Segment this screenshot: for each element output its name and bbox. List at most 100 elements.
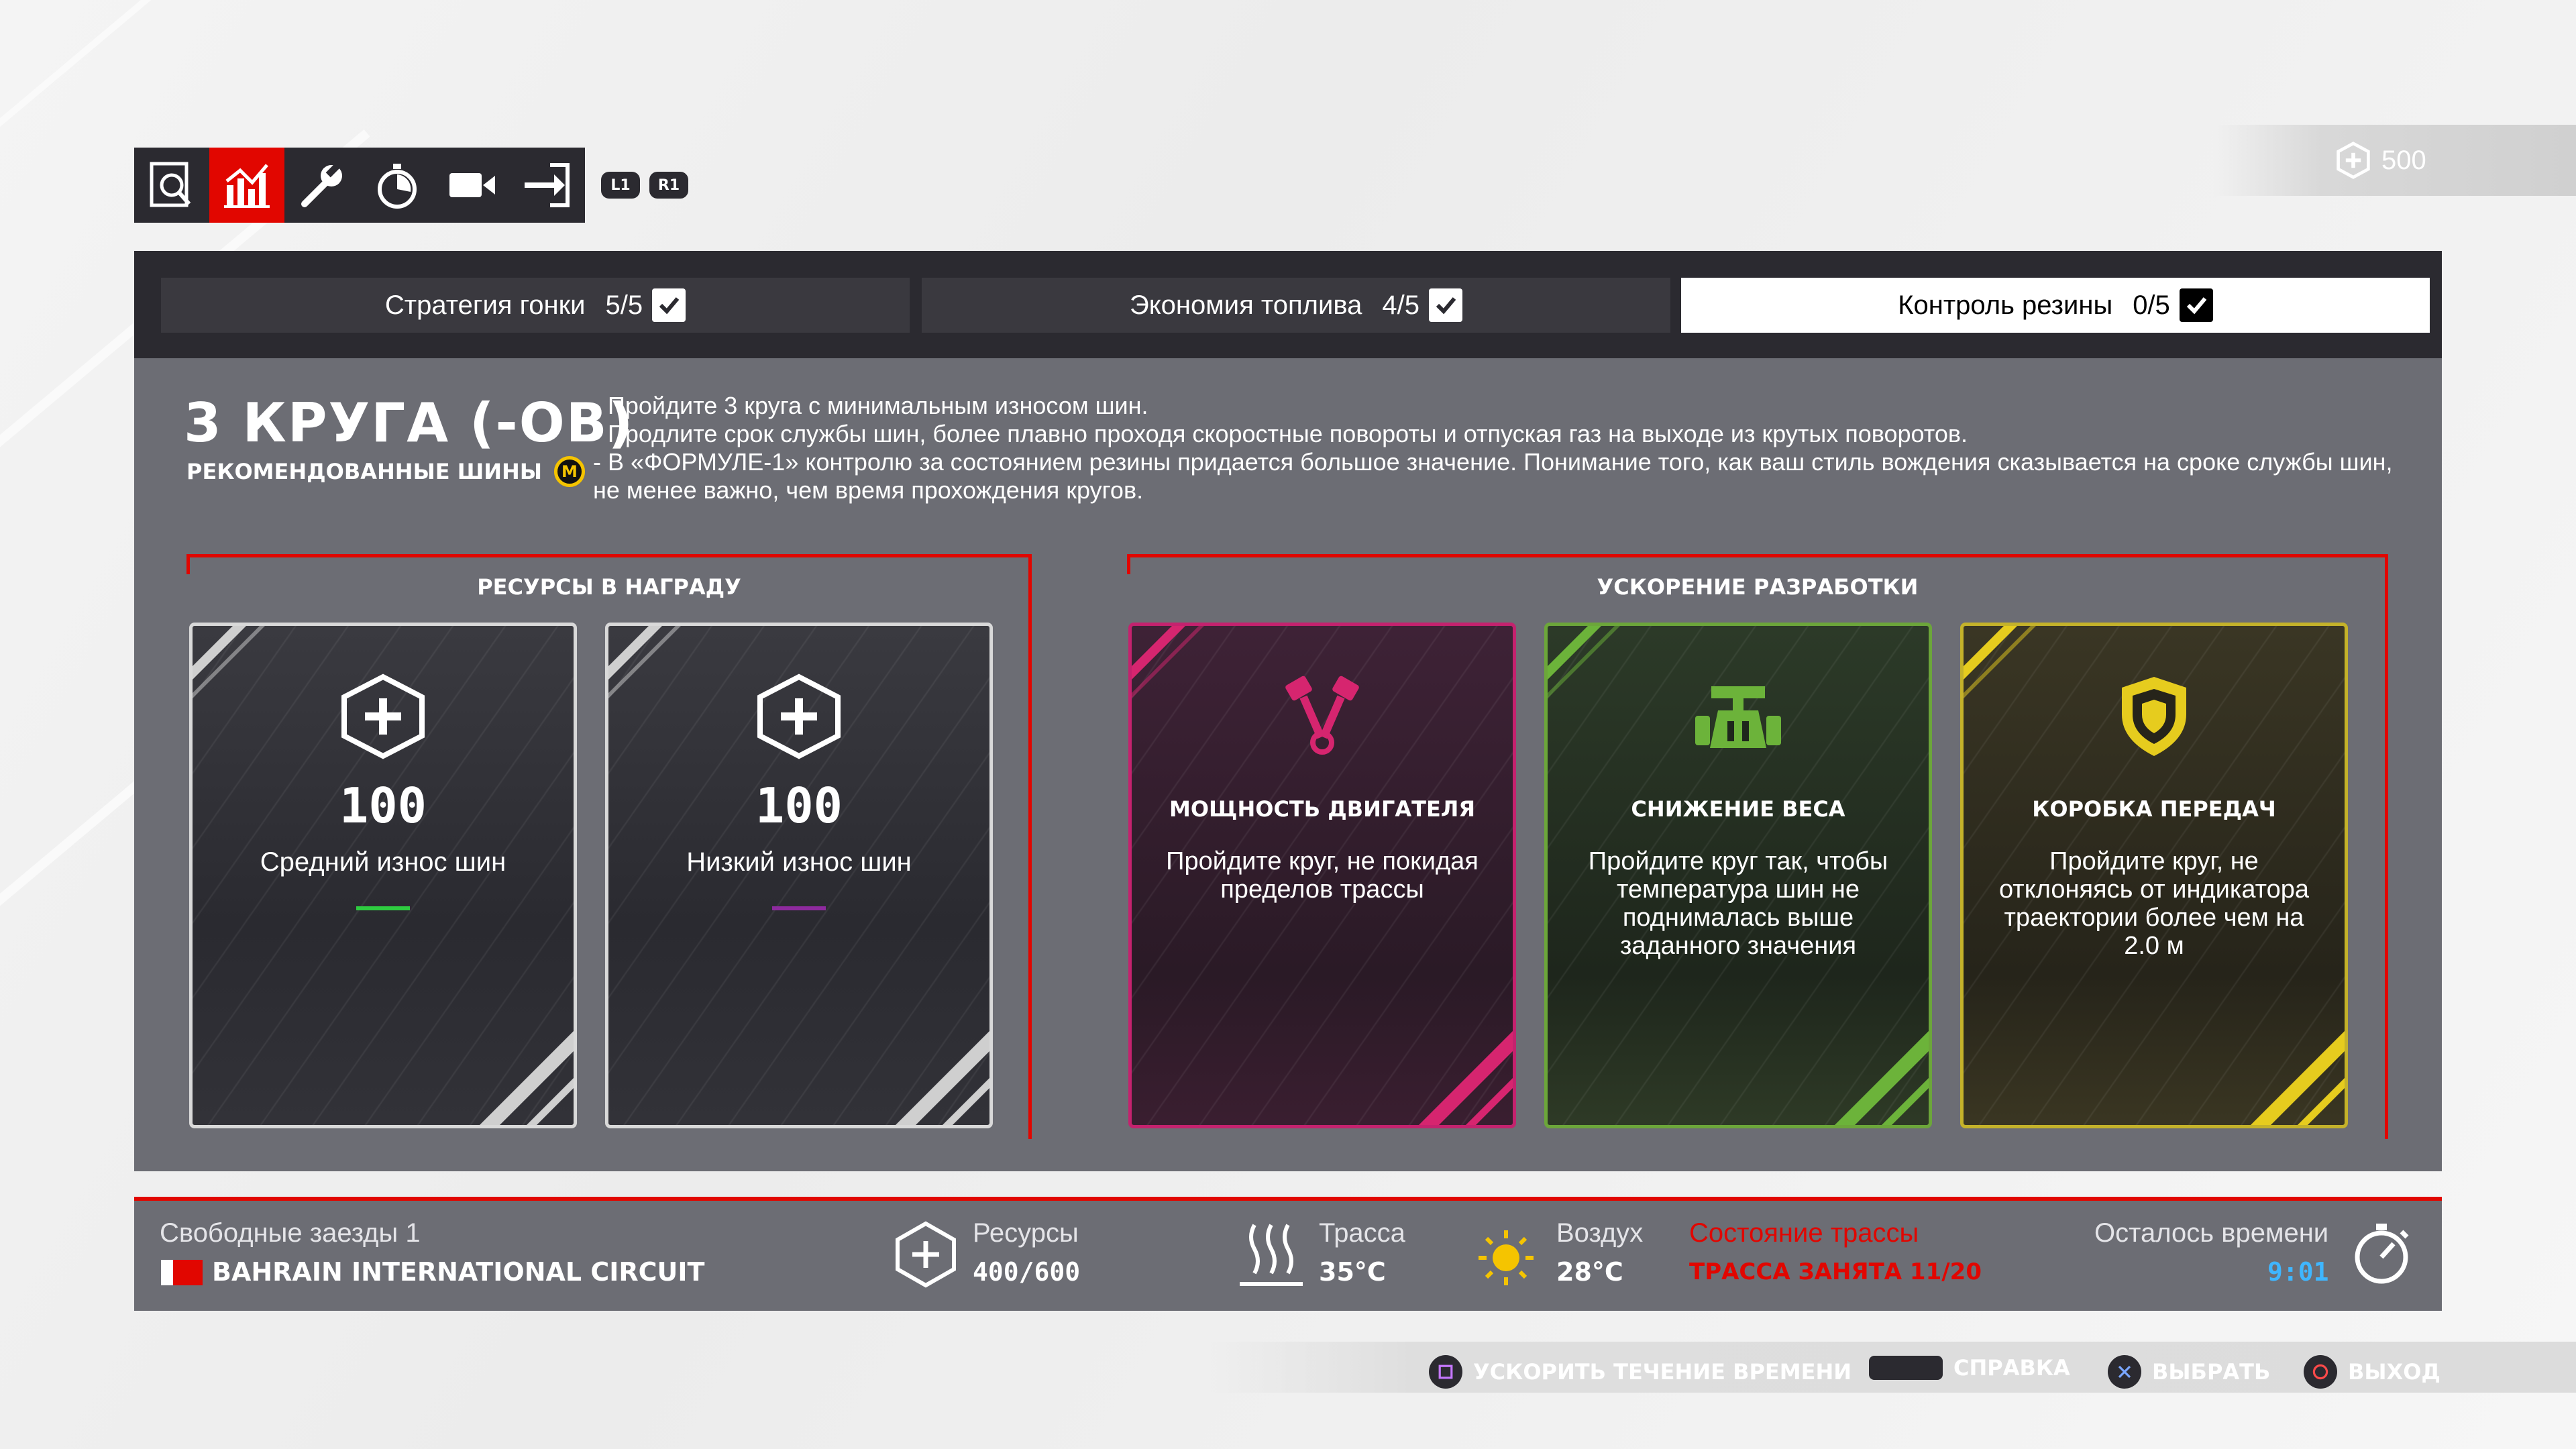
time-left-value: 9:01 (2267, 1257, 2329, 1287)
r1-button-icon[interactable]: R1 (649, 172, 688, 199)
resource-balance: 500 (2214, 125, 2576, 196)
development-card-text: Пройдите круг, не отклоняясь от индикато… (1999, 847, 2309, 960)
description-line: - Пройдите 3 круга с минимальным износом… (593, 392, 1148, 419)
toolbar-item-overview[interactable] (134, 148, 209, 223)
tab-score: 0/5 (2133, 290, 2170, 320)
l1-button-icon[interactable]: L1 (601, 172, 640, 199)
reward-label: Низкий износ шин (686, 847, 912, 877)
section-divider (186, 554, 1032, 557)
tab-tyre-management[interactable]: Контроль резины 0/5 (1681, 278, 2430, 333)
tab-score: 5/5 (605, 290, 643, 320)
tab-race-strategy[interactable]: Стратегия гонки 5/5 (161, 278, 910, 333)
track-state-label: Состояние трассы (1689, 1218, 1919, 1248)
toolbar-item-exit[interactable] (510, 148, 585, 223)
sun-icon (1479, 1230, 1534, 1285)
hint-label: УСКОРИТЬ ТЕЧЕНИЕ ВРЕМЕНИ (1473, 1359, 1852, 1385)
section-divider (1127, 554, 2388, 557)
resource-plus-icon (896, 1221, 956, 1288)
section-divider (186, 554, 190, 574)
track-temp-value: 35°C (1319, 1257, 1386, 1287)
description-line: - В «ФОРМУЛЕ-1» контролю за состоянием р… (593, 448, 2393, 504)
recommended-tyres-label: РЕКОМЕНДОВАННЫЕ ШИНЫ (186, 459, 542, 484)
status-bar-accent (134, 1197, 2442, 1201)
track-temp-label: Трасса (1319, 1218, 1405, 1248)
checkmark-icon (2179, 288, 2213, 322)
stopwatch-icon (2355, 1224, 2409, 1284)
toolbar-item-setup[interactable] (284, 148, 360, 223)
development-card-text: Пройдите круг так, чтобы температура шин… (1588, 847, 1888, 960)
resources-label: Ресурсы (973, 1218, 1079, 1248)
development-card-gearbox[interactable]: КОРОБКА ПЕРЕДАЧ Пройдите круг, не отклон… (1960, 623, 2348, 1128)
checkmark-icon (1429, 288, 1462, 322)
resource-plus-icon (2337, 142, 2370, 179)
tab-label: Стратегия гонки (384, 290, 586, 320)
section-divider (1028, 554, 1032, 1139)
touchpad-icon (1869, 1356, 1943, 1380)
track-state-value: ТРАССА ЗАНЯТА 11/20 (1689, 1258, 1982, 1285)
search-document-icon (150, 162, 191, 207)
exit-icon (525, 163, 570, 207)
reward-amount: 100 (339, 777, 427, 834)
medium-wear-indicator (356, 906, 410, 910)
gearbox-shield-icon (2122, 677, 2186, 756)
hint-label: СПРАВКА (1953, 1355, 2070, 1381)
hint-select[interactable]: ВЫБРАТЬ (2108, 1355, 2270, 1389)
cross-button-icon (2108, 1355, 2141, 1389)
section-divider (1127, 554, 1130, 574)
hint-help[interactable]: СПРАВКА (1869, 1355, 2070, 1381)
toolbar-item-timing[interactable] (360, 148, 435, 223)
program-description: - Пройдите 3 круга с минимальным износом… (593, 392, 2404, 504)
development-card-title: КОРОБКА ПЕРЕДАЧ (2032, 796, 2276, 822)
hint-accelerate-time[interactable]: УСКОРИТЬ ТЕЧЕНИЕ ВРЕМЕНИ (1429, 1355, 1851, 1389)
development-title: УСКОРЕНИЕ РАЗРАБОТКИ (1597, 574, 1919, 600)
car-weight-icon (1695, 686, 1781, 748)
stopwatch-icon (378, 164, 417, 209)
medium-tyre-icon: M (553, 456, 585, 487)
air-temp-label: Воздух (1556, 1218, 1644, 1248)
circle-button-icon (2304, 1355, 2337, 1389)
session-name: Свободные заезды 1 (160, 1218, 421, 1248)
development-card-title: СНИЖЕНИЕ ВЕСА (1631, 796, 1845, 822)
wrench-icon (301, 162, 342, 207)
development-card-weight[interactable]: СНИЖЕНИЕ ВЕСА Пройдите круг так, чтобы т… (1544, 623, 1932, 1128)
control-hints: УСКОРИТЬ ТЕЧЕНИЕ ВРЕМЕНИ СПРАВКА ВЫБРАТЬ… (1208, 1342, 2576, 1393)
toolbar-item-programs[interactable] (209, 148, 284, 223)
laps-title: 3 КРУГА (-ОВ) (184, 392, 635, 454)
reward-amount: 100 (755, 777, 843, 834)
tab-fuel-economy[interactable]: Экономия топлива 4/5 (922, 278, 1670, 333)
resource-plus-icon (341, 674, 425, 759)
video-camera-icon (449, 173, 495, 197)
square-button-icon (1429, 1355, 1462, 1389)
tab-label: Экономия топлива (1129, 290, 1362, 320)
section-divider (2385, 554, 2388, 1139)
description-line: - Продлите срок службы шин, более плавно… (593, 420, 1968, 447)
top-toolbar (134, 148, 585, 223)
bahrain-flag-icon (161, 1260, 203, 1285)
development-card-text: Пройдите круг, не покидая пределов трасс… (1166, 847, 1479, 904)
low-wear-indicator (772, 906, 826, 910)
checkmark-icon (652, 288, 686, 322)
bar-chart-icon (224, 164, 270, 208)
engine-pistons-icon (1285, 676, 1359, 755)
rewards-title: РЕСУРСЫ В НАГРАДУ (477, 574, 741, 600)
time-left-label: Осталось времени (2094, 1218, 2329, 1248)
hint-label: ВЫХОД (2348, 1359, 2440, 1385)
development-card-title: МОЩНОСТЬ ДВИГАТЕЛЯ (1169, 796, 1476, 822)
tab-label: Контроль резины (1898, 290, 2113, 320)
air-temp-value: 28°C (1556, 1257, 1623, 1287)
session-status-bar: Свободные заезды 1 BAHRAIN INTERNATIONAL… (134, 1197, 2442, 1311)
program-tabs: Стратегия гонки 5/5 Экономия топлива 4/5… (134, 251, 2442, 358)
track-temperature-icon (1240, 1224, 1303, 1286)
tab-score: 4/5 (1382, 290, 1419, 320)
reward-label: Средний износ шин (260, 847, 506, 877)
reward-card[interactable]: 100 Средний износ шин (189, 623, 577, 1128)
toolbar-item-replay[interactable] (435, 148, 510, 223)
resource-plus-icon (757, 674, 841, 759)
program-panel: Стратегия гонки 5/5 Экономия топлива 4/5… (134, 251, 2442, 1171)
reward-card[interactable]: 100 Низкий износ шин (605, 623, 993, 1128)
development-card-engine[interactable]: МОЩНОСТЬ ДВИГАТЕЛЯ Пройдите круг, не пок… (1128, 623, 1516, 1128)
hint-exit[interactable]: ВЫХОД (2304, 1355, 2440, 1389)
circuit-name: BAHRAIN INTERNATIONAL CIRCUIT (212, 1257, 705, 1287)
recommended-tyres: РЕКОМЕНДОВАННЫЕ ШИНЫ M (186, 456, 585, 487)
resource-balance-value: 500 (2381, 145, 2426, 175)
